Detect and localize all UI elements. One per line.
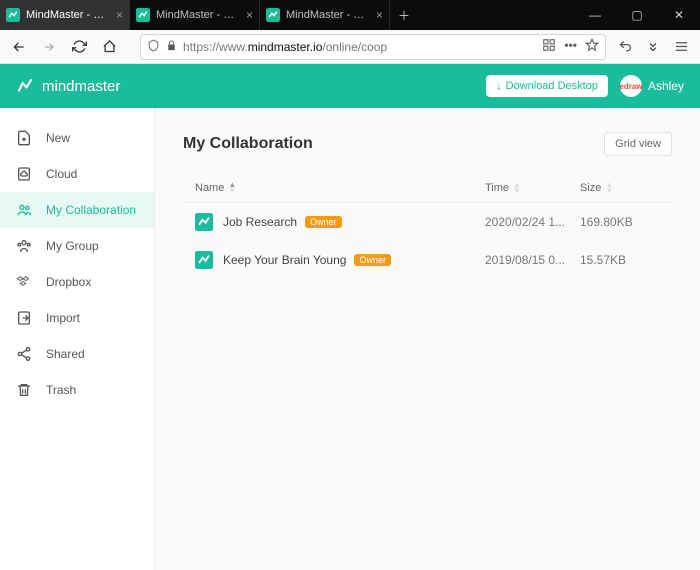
sidebar-item-group[interactable]: My Group xyxy=(0,228,154,264)
sidebar: New Cloud My Collaboration My Group Drop… xyxy=(0,108,155,570)
brand-name: mindmaster xyxy=(42,78,120,95)
user-menu[interactable]: edraw Ashley xyxy=(620,75,684,97)
sidebar-item-label: Dropbox xyxy=(46,275,91,289)
main-content: My Collaboration Grid view Name ▲▼ Time … xyxy=(155,108,700,570)
tab-favicon-icon xyxy=(136,8,150,22)
window-controls: — ▢ ✕ xyxy=(574,0,700,30)
users-icon xyxy=(16,202,32,218)
more-icon[interactable]: ••• xyxy=(564,38,577,55)
home-icon[interactable] xyxy=(98,36,120,58)
tab-title: MindMaster - Online Mind M xyxy=(156,9,240,21)
sidebar-item-collaboration[interactable]: My Collaboration xyxy=(0,192,154,228)
username: Ashley xyxy=(648,79,684,93)
file-name: Keep Your Brain Young xyxy=(223,253,346,267)
file-size: 15.57KB xyxy=(580,253,660,267)
shield-icon xyxy=(147,39,160,55)
back-icon[interactable] xyxy=(8,36,30,58)
col-header-name[interactable]: Name ▲▼ xyxy=(195,182,485,194)
app-header: mindmaster ↓ Download Desktop edraw Ashl… xyxy=(0,64,700,108)
table-row[interactable]: Job Research Owner 2020/02/24 1... 169.8… xyxy=(183,203,672,241)
download-desktop-button[interactable]: ↓ Download Desktop xyxy=(486,75,608,97)
overflow-icon[interactable] xyxy=(642,36,664,58)
close-icon[interactable]: × xyxy=(246,8,253,22)
browser-tab-2[interactable]: MindMaster - Online Mind M × xyxy=(130,0,260,30)
sidebar-item-shared[interactable]: Shared xyxy=(0,336,154,372)
sidebar-item-label: Trash xyxy=(46,383,76,397)
sidebar-item-import[interactable]: Import xyxy=(0,300,154,336)
grid-view-button[interactable]: Grid view xyxy=(604,132,672,156)
browser-tab-1[interactable]: MindMaster - Online Mind M × xyxy=(0,0,130,30)
new-tab-button[interactable]: ＋ xyxy=(390,0,418,30)
share-icon xyxy=(16,346,32,362)
sidebar-item-cloud[interactable]: Cloud xyxy=(0,156,154,192)
owner-badge: Owner xyxy=(305,216,342,228)
avatar: edraw xyxy=(620,75,642,97)
url-bar[interactable]: https://www.mindmaster.io/online/coop ••… xyxy=(140,34,606,60)
owner-badge: Owner xyxy=(354,254,391,266)
tab-favicon-icon xyxy=(266,8,280,22)
sort-icon: ▲▼ xyxy=(228,182,236,193)
sidebar-item-trash[interactable]: Trash xyxy=(0,372,154,408)
bookmark-icon[interactable] xyxy=(585,38,599,55)
browser-titlebar: MindMaster - Online Mind M × MindMaster … xyxy=(0,0,700,30)
mindmap-file-icon xyxy=(195,213,213,231)
sort-icon: ▲▼ xyxy=(513,182,521,193)
file-plus-icon xyxy=(16,130,32,146)
lock-icon xyxy=(166,40,177,54)
page-title: My Collaboration xyxy=(183,135,313,153)
sidebar-item-label: Shared xyxy=(46,347,85,361)
sidebar-item-label: My Collaboration xyxy=(46,203,136,217)
download-label: Download Desktop xyxy=(506,80,598,92)
sort-icon: ▲▼ xyxy=(605,182,613,193)
browser-tab-3[interactable]: MindMaster - Online Mind M × xyxy=(260,0,390,30)
col-header-size[interactable]: Size ▲▼ xyxy=(580,182,660,194)
dropbox-icon xyxy=(16,274,32,290)
file-name: Job Research xyxy=(223,215,297,229)
sidebar-item-label: Import xyxy=(46,311,80,325)
import-icon xyxy=(16,310,32,326)
tab-title: MindMaster - Online Mind M xyxy=(286,9,370,21)
file-size: 169.80KB xyxy=(580,215,660,229)
table-header: Name ▲▼ Time ▲▼ Size ▲▼ xyxy=(183,174,672,203)
file-time: 2020/02/24 1... xyxy=(485,215,580,229)
sidebar-item-label: New xyxy=(46,131,70,145)
mindmap-file-icon xyxy=(195,251,213,269)
reader-icon[interactable] xyxy=(542,38,556,55)
sidebar-item-label: My Group xyxy=(46,239,99,253)
sidebar-item-label: Cloud xyxy=(46,167,77,181)
brand[interactable]: mindmaster xyxy=(16,77,120,95)
forward-icon[interactable] xyxy=(38,36,60,58)
undo-icon[interactable] xyxy=(614,36,636,58)
reload-icon[interactable] xyxy=(68,36,90,58)
sidebar-item-dropbox[interactable]: Dropbox xyxy=(0,264,154,300)
url-text: https://www.mindmaster.io/online/coop xyxy=(183,40,536,54)
brand-icon xyxy=(16,77,34,95)
close-icon[interactable]: × xyxy=(116,8,123,22)
cloud-icon xyxy=(16,166,32,182)
tab-favicon-icon xyxy=(6,8,20,22)
download-icon: ↓ xyxy=(496,80,502,92)
close-icon[interactable]: × xyxy=(376,8,383,22)
browser-toolbar: https://www.mindmaster.io/online/coop ••… xyxy=(0,30,700,64)
col-header-time[interactable]: Time ▲▼ xyxy=(485,182,580,194)
tab-title: MindMaster - Online Mind M xyxy=(26,9,110,21)
minimize-icon[interactable]: — xyxy=(574,0,616,30)
maximize-icon[interactable]: ▢ xyxy=(616,0,658,30)
menu-icon[interactable] xyxy=(670,36,692,58)
sidebar-item-new[interactable]: New xyxy=(0,120,154,156)
trash-icon xyxy=(16,382,32,398)
file-time: 2019/08/15 0... xyxy=(485,253,580,267)
table-row[interactable]: Keep Your Brain Young Owner 2019/08/15 0… xyxy=(183,241,672,279)
close-window-icon[interactable]: ✕ xyxy=(658,0,700,30)
file-table: Name ▲▼ Time ▲▼ Size ▲▼ Job Research xyxy=(183,174,672,279)
group-icon xyxy=(16,238,32,254)
